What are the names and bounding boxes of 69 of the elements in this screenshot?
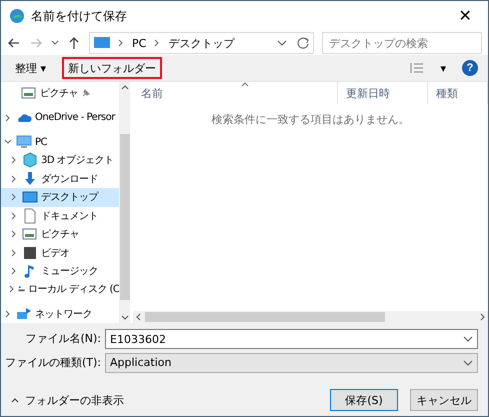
chevron-down-icon[interactable]	[51, 40, 59, 46]
file-type-dropdown[interactable]: Application	[105, 353, 478, 373]
organize-button[interactable]: 整理 ▾	[11, 57, 50, 79]
chevron-down-icon[interactable]	[277, 39, 287, 47]
nav-item[interactable]: ミュージック	[1, 262, 120, 280]
nav-item[interactable]: 3D オブジェクト	[1, 151, 120, 170]
network-icon	[16, 306, 32, 322]
scrollbar[interactable]	[119, 82, 130, 323]
field-label: ファイルの種類(T):	[4, 356, 101, 370]
hide-folders-button[interactable]: フォルダーの非表示	[11, 392, 124, 408]
search-field[interactable]: デスクトップの検索	[322, 32, 482, 54]
window-title: 名前を付けて保存	[31, 8, 128, 24]
view-menu-button[interactable]: ▾	[436, 57, 450, 79]
chevron-down-icon[interactable]	[463, 359, 473, 367]
nav-item[interactable]: ピクチャ	[1, 224, 120, 244]
chevron-up-icon	[11, 397, 19, 403]
up-icon[interactable]	[67, 36, 81, 50]
nav-item[interactable]: ドキュメント	[1, 206, 120, 225]
filename-field[interactable]: E1033602	[105, 329, 478, 349]
nav-item[interactable]: ダウンロード	[1, 170, 120, 188]
monitor-icon	[94, 37, 110, 49]
chevron-right-icon[interactable]	[11, 174, 17, 183]
view-icon[interactable]	[410, 62, 424, 74]
column-header[interactable]: 更新日時	[338, 82, 428, 104]
cube-icon	[22, 152, 38, 168]
address-bar[interactable]: PC デスクトップ	[89, 32, 314, 54]
picture-frame-icon	[21, 85, 37, 102]
chevron-down-icon[interactable]	[463, 335, 473, 343]
help-button[interactable]: ?	[462, 60, 478, 76]
app-icon	[9, 8, 25, 24]
chevron-right-icon	[154, 39, 160, 47]
picture-frame-icon	[22, 226, 38, 242]
chevron-right-icon[interactable]	[11, 230, 17, 238]
nav-item[interactable]: ローカル ディスク (C	[1, 280, 120, 299]
nav-item[interactable]: デスクトップ	[1, 188, 120, 207]
sort-indicator-icon	[241, 82, 249, 87]
field-label: ファイル名(N):	[24, 332, 101, 346]
scroll-left-icon[interactable]	[135, 313, 141, 321]
chevron-right-icon[interactable]	[9, 285, 15, 294]
scroll-right-icon[interactable]	[480, 313, 486, 321]
monitor-icon	[16, 134, 32, 150]
chevron-right-icon[interactable]	[11, 248, 17, 257]
back-icon[interactable]	[7, 36, 21, 50]
nav-item[interactable]: PC	[1, 132, 120, 152]
chevron-right-icon[interactable]	[11, 193, 17, 202]
close-button[interactable]: ✕	[450, 3, 480, 29]
chevron-right-icon[interactable]	[11, 212, 17, 220]
nav-item[interactable]: ビデオ	[1, 243, 120, 262]
chevron-right-icon[interactable]	[11, 267, 17, 275]
save-button[interactable]: 保存(S)	[330, 389, 398, 411]
nav-item[interactable]: ネットワーク	[1, 304, 120, 323]
chevron-right-icon[interactable]	[5, 114, 11, 122]
column-header[interactable]: 名前	[133, 82, 338, 104]
chevron-right-icon[interactable]	[5, 310, 11, 318]
chevron-right-icon[interactable]	[11, 156, 17, 164]
nav-item[interactable]: OneDrive - Persor	[1, 108, 120, 127]
document-icon	[22, 208, 38, 224]
breadcrumb[interactable]: デスクトップ	[168, 36, 234, 50]
breadcrumb[interactable]: PC	[132, 36, 146, 50]
desktop-icon	[22, 189, 38, 206]
nav-item[interactable]: ピクチャ	[1, 84, 120, 102]
scrollbar[interactable]	[133, 311, 488, 323]
column-header[interactable]: 種類	[428, 82, 488, 104]
chevron-right-icon	[118, 39, 124, 47]
down-arrow-icon	[22, 170, 38, 187]
new-folder-button[interactable]: 新しいフォルダー	[62, 57, 162, 79]
empty-message: 検索条件に一致する項目はありません。	[212, 113, 410, 126]
cancel-button[interactable]: キャンセル	[410, 389, 478, 411]
chevron-down-icon[interactable]	[4, 139, 12, 146]
